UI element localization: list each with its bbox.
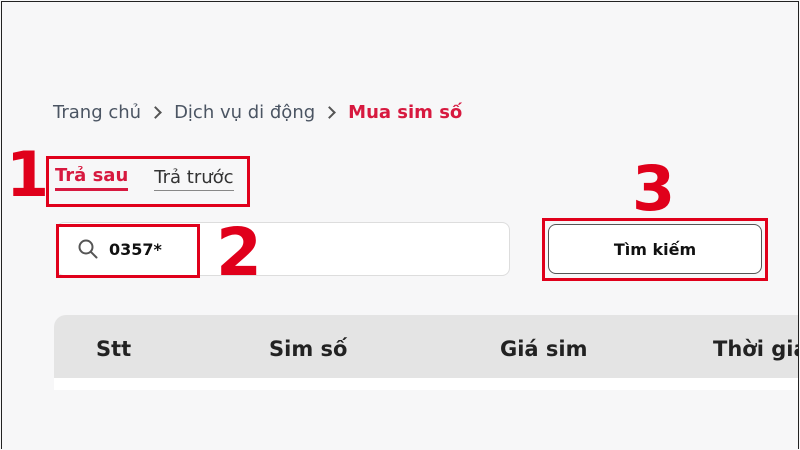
breadcrumb-current: Mua sim số xyxy=(348,102,463,123)
annotation-box-2 xyxy=(56,224,200,278)
breadcrumb: Trang chủ Dịch vụ di động Mua sim số xyxy=(53,102,462,123)
table-header: Stt Sim số Giá sim Thời gia xyxy=(54,315,799,378)
column-header-sim: Sim số xyxy=(269,337,348,361)
chevron-right-icon xyxy=(323,106,337,119)
column-header-stt: Stt xyxy=(96,337,132,361)
breadcrumb-mobile-services[interactable]: Dịch vụ di động xyxy=(174,102,315,123)
annotation-box-1 xyxy=(46,156,250,207)
annotation-box-3 xyxy=(542,218,768,281)
annotation-number-1: 1 xyxy=(6,138,50,211)
annotation-number-2: 2 xyxy=(216,214,262,291)
column-header-time: Thời gia xyxy=(713,337,799,361)
chevron-right-icon xyxy=(149,106,162,119)
table-body xyxy=(54,378,798,390)
breadcrumb-home[interactable]: Trang chủ xyxy=(53,102,141,123)
annotation-number-3: 3 xyxy=(632,152,676,225)
column-header-price: Giá sim xyxy=(500,337,588,361)
page: Trang chủ Dịch vụ di động Mua sim số Trả… xyxy=(1,1,799,449)
